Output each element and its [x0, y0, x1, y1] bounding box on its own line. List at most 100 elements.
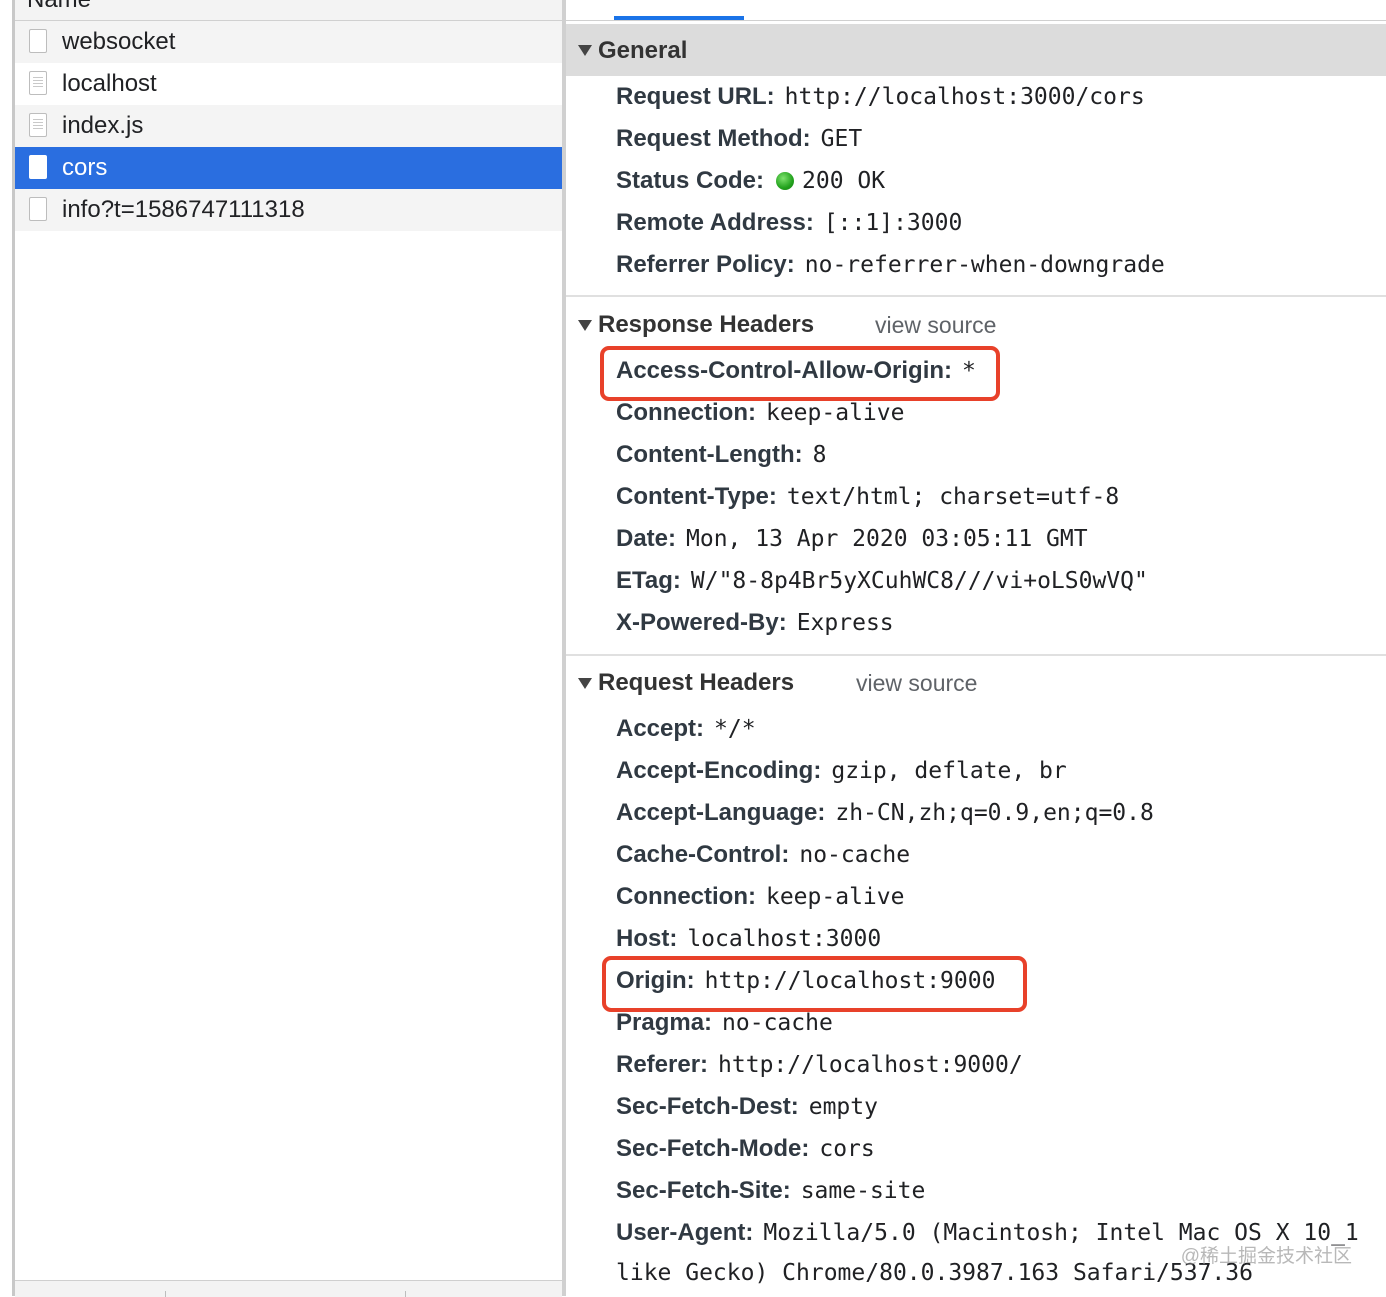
header-key: Content-Type:	[616, 483, 777, 510]
general-title: General	[598, 37, 688, 64]
highlight-box-acao	[600, 346, 1000, 401]
request-header-row: Referer: http://localhost:9000/	[616, 1044, 1023, 1086]
header-value: zh-CN,zh;q=0.9,en;q=0.8	[835, 800, 1154, 826]
header-value: cors	[819, 1136, 875, 1162]
header-key: Accept-Encoding:	[616, 757, 822, 784]
highlight-box-origin	[602, 956, 1027, 1012]
request-header-row: Accept: */*	[616, 708, 756, 750]
section-divider	[566, 295, 1386, 297]
response-header-row: Content-Type: text/html; charset=utf-8	[616, 476, 1119, 518]
general-row: Request Method: GET	[616, 118, 862, 160]
blank-file-icon	[29, 155, 47, 179]
header-value: localhost:3000	[687, 926, 882, 952]
general-row: Referrer Policy: no-referrer-when-downgra…	[616, 244, 1165, 286]
header-value: gzip, deflate, br	[831, 758, 1067, 784]
blank-file-icon	[29, 29, 47, 53]
response-view-source-link[interactable]: view source	[875, 312, 996, 339]
header-key: Pragma:	[616, 1009, 713, 1036]
request-name: localhost	[62, 70, 157, 97]
request-row-info[interactable]: info?t=1586747111318	[15, 189, 562, 231]
user-agent-continuation: like Gecko) Chrome/80.0.3987.163 Safari/…	[616, 1252, 1253, 1294]
header-value: keep-alive	[765, 884, 905, 910]
tab-headers-indicator[interactable]	[614, 16, 744, 20]
header-key: ETag:	[616, 567, 681, 594]
list-status-bar	[15, 1280, 562, 1297]
request-header-row: Cache-Control: no-cache	[616, 834, 910, 876]
header-key: Remote Address:	[616, 209, 814, 236]
request-name: cors	[62, 154, 108, 181]
general-row: Remote Address: [::1]:3000	[616, 202, 962, 244]
request-name: info?t=1586747111318	[62, 196, 305, 223]
header-key: Connection:	[616, 883, 756, 910]
header-key: Connection:	[616, 399, 756, 426]
header-key: Sec-Fetch-Mode:	[616, 1135, 810, 1162]
header-value: 8	[812, 442, 827, 468]
list-header-name: Name	[27, 0, 91, 14]
header-key: Request URL:	[616, 83, 775, 110]
response-header-row: Content-Length: 8	[616, 434, 826, 476]
request-name: websocket	[62, 28, 176, 55]
header-value: no-cache	[722, 1010, 833, 1036]
watermark: @稀土掘金技术社区	[1180, 1246, 1352, 1267]
script-file-icon	[29, 113, 47, 137]
request-header-row: Accept-Language: zh-CN,zh;q=0.9,en;q=0.8	[616, 792, 1154, 834]
request-header-row: Sec-Fetch-Mode: cors	[616, 1128, 875, 1170]
header-key: Status Code:	[616, 167, 765, 194]
header-key: Sec-Fetch-Site:	[616, 1177, 791, 1204]
request-name: index.js	[62, 112, 144, 139]
request-header-row: Accept-Encoding: gzip, deflate, br	[616, 750, 1067, 792]
general-row: Status Code: 200 OK	[616, 160, 885, 202]
header-value: http://localhost:9000/	[718, 1052, 1023, 1078]
request-list-panel: Name websocket localhost index.js cors i…	[0, 0, 566, 1297]
header-value: GET	[820, 126, 863, 152]
request-row-localhost[interactable]: localhost	[15, 63, 562, 105]
request-header-row: Sec-Fetch-Dest: empty	[616, 1086, 878, 1128]
header-key: Accept:	[616, 715, 705, 742]
header-value: like Gecko) Chrome/80.0.3987.163 Safari/…	[616, 1260, 1253, 1286]
request-header-row: Connection: keep-alive	[616, 876, 904, 918]
status-ok-icon	[776, 172, 795, 190]
header-value: http://localhost:3000/cors	[784, 84, 1145, 110]
header-key: Sec-Fetch-Dest:	[616, 1093, 799, 1120]
header-key: Accept-Language:	[616, 799, 826, 826]
general-row: Request URL: http://localhost:3000/cors	[616, 76, 1145, 118]
header-key: Cache-Control:	[616, 841, 790, 868]
general-section-header[interactable]: General	[566, 24, 1386, 76]
header-value: [::1]:3000	[823, 210, 963, 236]
header-key: Request Method:	[616, 125, 811, 152]
request-header-row: Host: localhost:3000	[616, 918, 881, 960]
request-row-index-js[interactable]: index.js	[15, 105, 562, 147]
collapse-triangle-icon	[578, 45, 592, 56]
header-value: no-cache	[799, 842, 911, 868]
detail-tabs	[566, 0, 1386, 21]
response-header-row: Date: Mon, 13 Apr 2020 03:05:11 GMT	[616, 518, 1088, 560]
response-header-row: X-Powered-By: Express	[616, 602, 894, 644]
header-value: no-referrer-when-downgrade	[804, 252, 1165, 278]
request-row-cors[interactable]: cors	[15, 147, 562, 189]
collapse-triangle-icon	[578, 678, 592, 689]
header-key: Date:	[616, 525, 677, 552]
section-divider	[566, 654, 1386, 656]
header-value: text/html; charset=utf-8	[786, 484, 1120, 510]
document-icon	[29, 71, 47, 95]
header-value: */*	[714, 716, 756, 742]
header-value: Mon, 13 Apr 2020 03:05:11 GMT	[686, 526, 1088, 552]
header-key: Content-Length:	[616, 441, 803, 468]
header-key: Host:	[616, 925, 678, 952]
header-value: same-site	[800, 1178, 926, 1204]
header-value: 200 OK	[802, 168, 886, 194]
response-header-row: ETag: W/"8-8p4Br5yXCuhWC8///vi+oLS0wVQ"	[616, 560, 1148, 602]
header-value: keep-alive	[765, 400, 905, 426]
request-row-websocket[interactable]: websocket	[15, 21, 562, 63]
header-value: Express	[796, 610, 894, 636]
request-headers-title: Request Headers	[598, 669, 795, 696]
response-headers-title: Response Headers	[598, 311, 815, 338]
request-view-source-link[interactable]: view source	[856, 670, 977, 697]
headers-panel: General Request URL: http://localhost:300…	[566, 0, 1386, 1296]
header-value: empty	[808, 1094, 878, 1120]
list-header[interactable]: Name	[15, 0, 562, 21]
collapse-triangle-icon	[578, 320, 592, 331]
request-header-row: Sec-Fetch-Site: same-site	[616, 1170, 925, 1212]
header-key: X-Powered-By:	[616, 609, 787, 636]
header-key: Referrer Policy:	[616, 251, 795, 278]
